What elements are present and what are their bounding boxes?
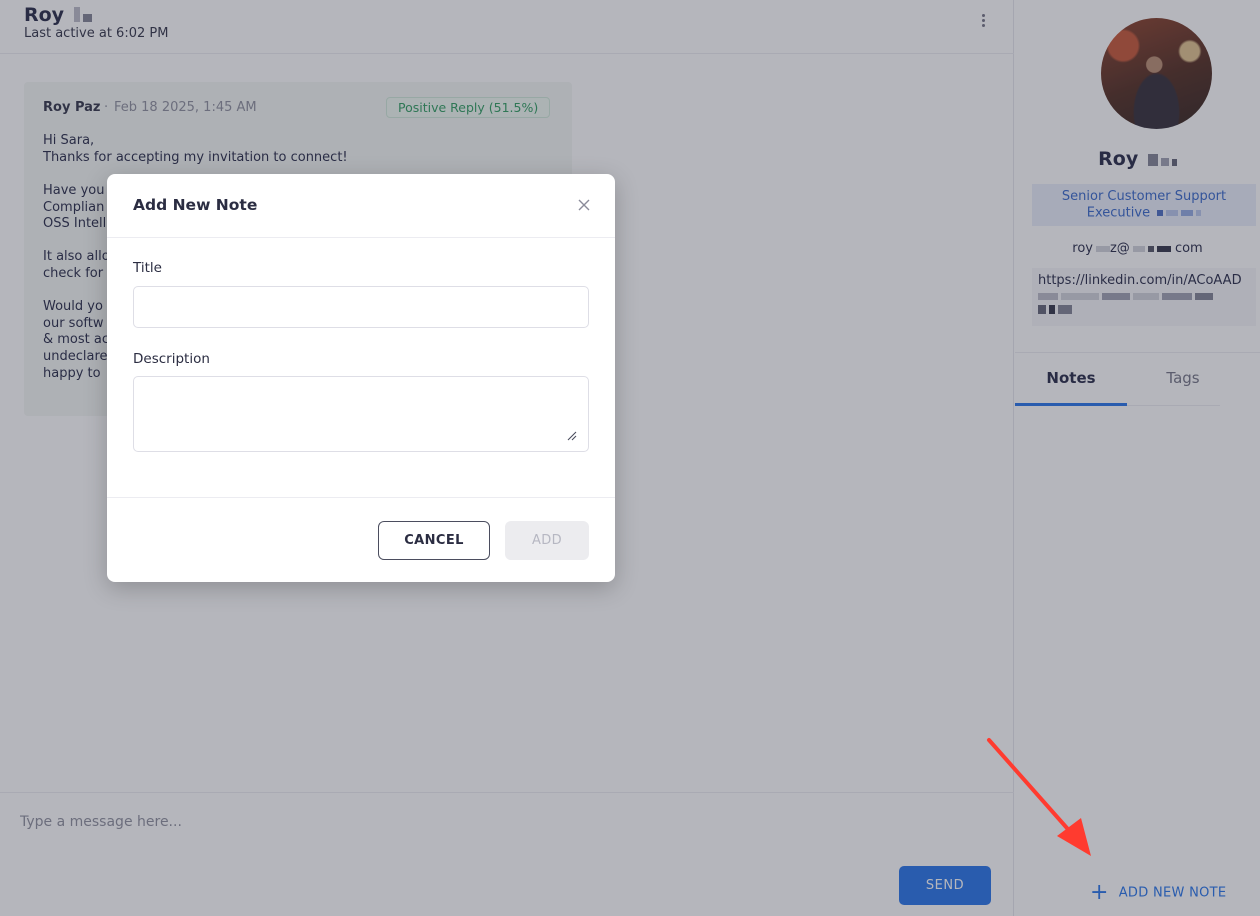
title-label: Title [133,260,162,276]
dialog-title: Add New Note [133,196,258,214]
title-input[interactable] [133,286,589,328]
description-input[interactable] [133,376,589,452]
dialog-divider [107,237,615,238]
description-label: Description [133,351,210,367]
annotation-arrow-icon [987,738,1091,856]
close-icon[interactable] [577,198,591,212]
cancel-button[interactable]: CANCEL [378,521,490,560]
add-button[interactable]: ADD [505,521,589,560]
dialog-divider [107,497,615,498]
add-note-dialog: Add New Note Title Description CANCEL AD… [107,174,615,582]
resize-handle-icon[interactable] [565,429,577,441]
